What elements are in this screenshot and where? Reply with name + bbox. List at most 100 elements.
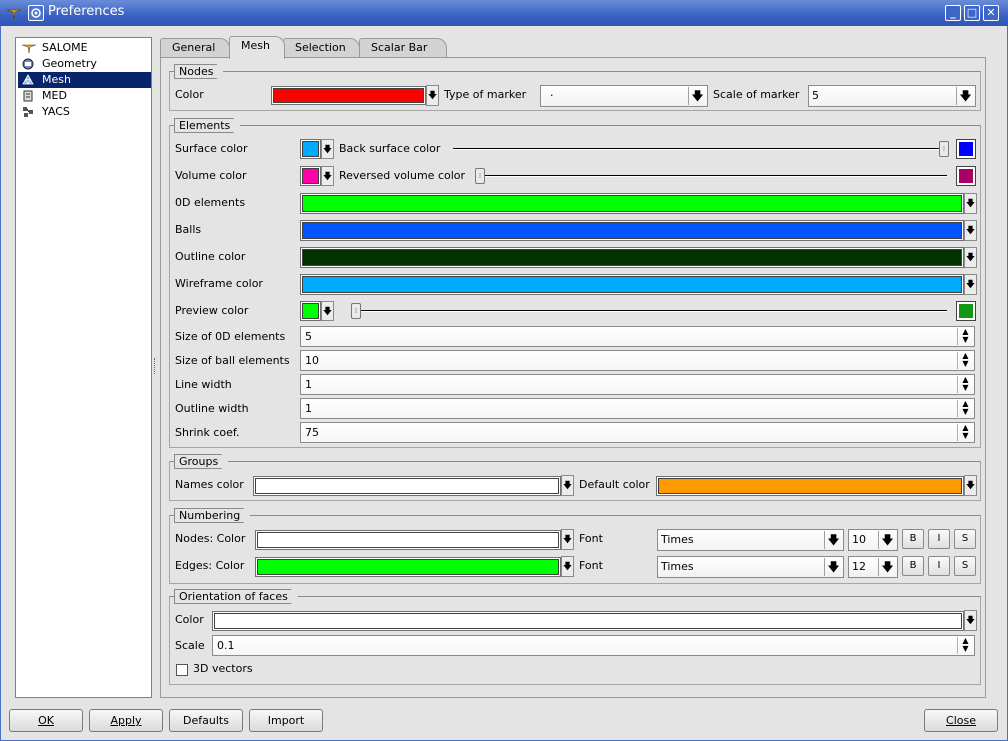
back-surface-label: Back surface color: [339, 142, 441, 155]
balls-label: Balls: [175, 223, 202, 236]
reversed-volume-color-button[interactable]: [956, 166, 976, 186]
tab-scalar-bar[interactable]: Scalar Bar: [359, 38, 447, 58]
edges-numbering-color-button[interactable]: [255, 557, 561, 577]
nodes-numbering-dropdown[interactable]: 🡇: [561, 529, 574, 550]
med-icon: [22, 90, 34, 102]
edges-font-size-select[interactable]: 12 🡇: [848, 556, 898, 578]
shrink-coef-spinbox[interactable]: 75 ▲ ▼: [300, 422, 975, 443]
outline-dropdown[interactable]: 🡇: [964, 247, 977, 268]
title-bar: Preferences _ □ ✕: [0, 0, 1008, 26]
category-tree[interactable]: SALOME Geometry Mesh MED YACS: [15, 37, 152, 698]
tree-item-label: SALOME: [42, 41, 88, 54]
default-color-dropdown[interactable]: 🡇: [964, 475, 977, 496]
marker-type-select[interactable]: · 🡇: [540, 85, 708, 107]
tree-item-salome[interactable]: SALOME: [18, 40, 151, 56]
splitter-handle[interactable]: [154, 358, 157, 374]
tree-item-yacs[interactable]: YACS: [18, 104, 151, 120]
maximize-icon[interactable]: □: [964, 5, 980, 21]
nodes-font-select[interactable]: Times 🡇: [657, 529, 844, 551]
marker-scale-select[interactable]: 5 🡇: [808, 85, 976, 107]
names-swatch: [255, 478, 559, 494]
nodes-color-dropdown[interactable]: 🡇: [426, 85, 439, 106]
edges-numbering-dropdown[interactable]: 🡇: [561, 556, 574, 577]
back-surface-slider-track[interactable]: [453, 148, 947, 150]
nodes-color-button[interactable]: [271, 86, 426, 105]
reversed-volume-slider-track[interactable]: [476, 175, 947, 177]
default-color-button[interactable]: [656, 476, 964, 496]
orientation-color-button[interactable]: [212, 611, 964, 631]
close-icon[interactable]: ✕: [983, 5, 999, 21]
line-width-spinbox[interactable]: 1 ▲ ▼: [300, 374, 975, 395]
spin-arrows-icon[interactable]: ▲ ▼: [957, 400, 973, 417]
reversed-volume-slider-handle[interactable]: ⁞: [475, 168, 485, 184]
outline-width-spinbox[interactable]: 1 ▲ ▼: [300, 398, 975, 419]
import-button[interactable]: Import: [249, 709, 323, 732]
tab-mesh[interactable]: Mesh: [229, 36, 285, 59]
volume-color-swatch: [302, 168, 319, 184]
edges-bold-toggle[interactable]: B: [902, 556, 924, 576]
elements-group-title: Elements: [174, 118, 240, 133]
mesh-icon: [22, 74, 34, 86]
orientation-scale-spinbox[interactable]: 0.1 ▲ ▼: [212, 635, 975, 656]
preview-right-color-button[interactable]: [956, 301, 976, 321]
od-elements-dropdown[interactable]: 🡇: [964, 193, 977, 214]
chevron-down-icon: 🡇: [688, 87, 706, 105]
tab-general[interactable]: General: [160, 38, 230, 58]
orientation-color-dropdown[interactable]: 🡇: [964, 610, 977, 631]
preview-slider-handle[interactable]: ⁞: [351, 303, 361, 319]
edges-font-select[interactable]: Times 🡇: [657, 556, 844, 578]
nodes-italic-toggle[interactable]: I: [928, 529, 950, 549]
edges-numbering-label: Edges: Color: [175, 559, 245, 572]
nodes-font-size-select[interactable]: 10 🡇: [848, 529, 898, 551]
spin-arrows-icon[interactable]: ▲ ▼: [957, 352, 973, 369]
close-button[interactable]: Close: [924, 709, 998, 732]
wireframe-dropdown[interactable]: 🡇: [964, 274, 977, 295]
od-elements-color-button[interactable]: [300, 193, 964, 214]
tab-selection[interactable]: Selection: [283, 38, 360, 58]
yacs-icon: [22, 106, 34, 118]
spin-arrows-icon[interactable]: ▲ ▼: [957, 637, 973, 654]
app-menu-icon[interactable]: [28, 5, 44, 21]
size-0d-spinbox[interactable]: 5 ▲ ▼: [300, 326, 975, 347]
od-elements-swatch: [302, 195, 962, 212]
vectors-3d-checkbox[interactable]: [176, 664, 188, 676]
defaults-button[interactable]: Defaults: [169, 709, 243, 732]
balls-color-button[interactable]: [300, 220, 964, 241]
marker-type-label: Type of marker: [444, 88, 527, 101]
size-ball-spinbox[interactable]: 10 ▲ ▼: [300, 350, 975, 371]
surface-color-button[interactable]: [300, 139, 321, 159]
volume-color-dropdown[interactable]: 🡇: [321, 166, 334, 186]
marker-scale-label: Scale of marker: [713, 88, 800, 101]
ok-button[interactable]: OK: [9, 709, 83, 732]
back-surface-slider-handle[interactable]: ⁞: [939, 141, 949, 157]
preview-color-button[interactable]: [300, 301, 321, 321]
chevron-down-icon: 🡇: [878, 531, 896, 549]
spin-arrows-icon[interactable]: ▲ ▼: [957, 376, 973, 393]
preview-color-label: Preview color: [175, 304, 249, 317]
spin-arrows-icon[interactable]: ▲ ▼: [957, 328, 973, 345]
edges-italic-toggle[interactable]: I: [928, 556, 950, 576]
preview-slider-track[interactable]: [352, 310, 947, 312]
balls-dropdown[interactable]: 🡇: [964, 220, 977, 241]
outline-color-button[interactable]: [300, 247, 964, 268]
surface-color-dropdown[interactable]: 🡇: [321, 139, 334, 159]
wireframe-color-button[interactable]: [300, 274, 964, 295]
orientation-scale-label: Scale: [175, 639, 205, 652]
edges-shadow-toggle[interactable]: S: [954, 556, 976, 576]
tree-item-med[interactable]: MED: [18, 88, 151, 104]
tree-item-geometry[interactable]: Geometry: [18, 56, 151, 72]
nodes-numbering-color-button[interactable]: [255, 530, 561, 550]
minimize-icon[interactable]: _: [945, 5, 961, 21]
names-color-dropdown[interactable]: 🡇: [561, 475, 574, 496]
spin-arrows-icon[interactable]: ▲ ▼: [957, 424, 973, 441]
back-surface-color-button[interactable]: [956, 139, 976, 159]
tree-item-mesh[interactable]: Mesh: [18, 72, 151, 88]
apply-button[interactable]: Apply: [89, 709, 163, 732]
names-color-button[interactable]: [253, 476, 561, 496]
nodes-bold-toggle[interactable]: B: [902, 529, 924, 549]
preview-color-dropdown[interactable]: 🡇: [321, 301, 334, 321]
volume-color-button[interactable]: [300, 166, 321, 186]
od-elements-label: 0D elements: [175, 196, 246, 209]
tree-item-label: Geometry: [42, 57, 97, 70]
nodes-shadow-toggle[interactable]: S: [954, 529, 976, 549]
